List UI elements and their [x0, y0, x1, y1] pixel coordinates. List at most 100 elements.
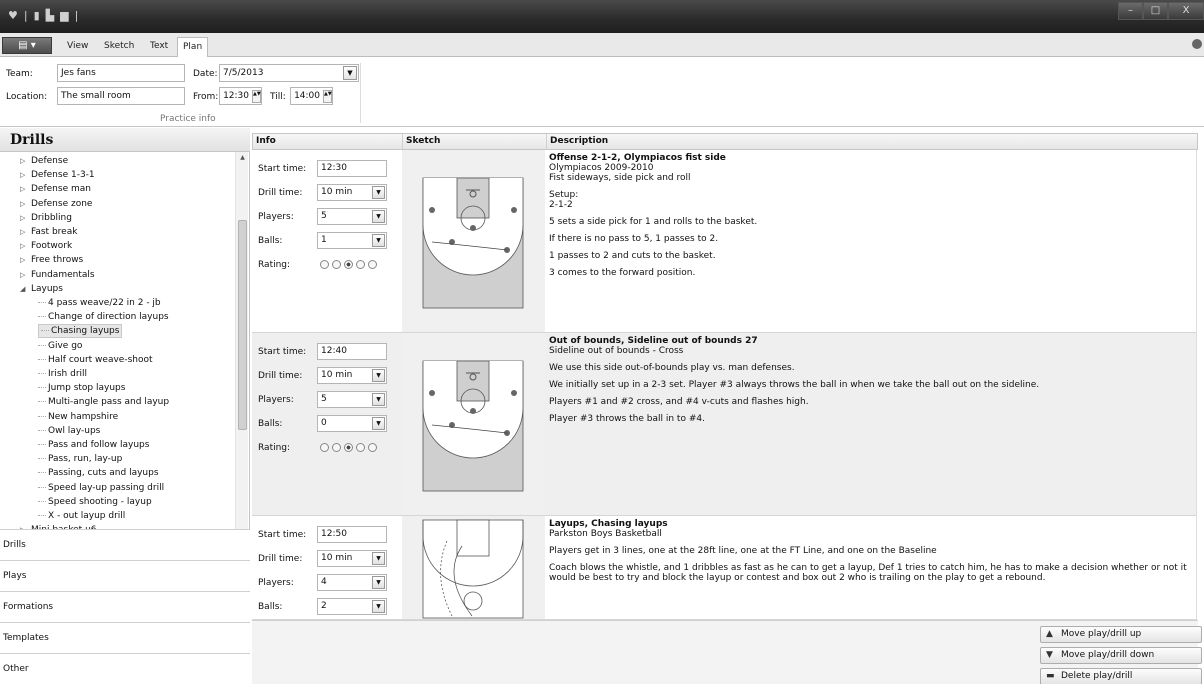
- tree-item[interactable]: Half court weave-shoot: [38, 353, 153, 367]
- move-up-button[interactable]: ▲ Move play/drill up: [1040, 626, 1202, 643]
- tree-item[interactable]: Irish drill: [38, 367, 87, 381]
- tree-item[interactable]: ▷ Footwork: [20, 239, 72, 253]
- dropdown-arrow-icon[interactable]: ▼: [372, 552, 385, 565]
- dropdown-arrow-icon[interactable]: ▼: [372, 186, 385, 199]
- dropdown-arrow-icon[interactable]: ▼: [372, 576, 385, 589]
- court-diagram-1[interactable]: [402, 150, 545, 332]
- rating-radio[interactable]: [356, 260, 365, 269]
- rating-control[interactable]: [320, 443, 377, 452]
- dropdown-arrow-icon[interactable]: ▼: [372, 369, 385, 382]
- players-field[interactable]: 4 ▼: [317, 574, 387, 591]
- location-input[interactable]: The small room: [57, 87, 185, 105]
- tree-item[interactable]: Pass and follow layups: [38, 438, 149, 452]
- court-diagram-2[interactable]: [402, 333, 545, 515]
- tree-item[interactable]: New hampshire: [38, 410, 118, 424]
- dropdown-arrow-icon[interactable]: ▼: [372, 393, 385, 406]
- drill-time-field[interactable]: 10 min ▼: [317, 184, 387, 201]
- minimize-button[interactable]: –: [1118, 2, 1143, 20]
- save-icon[interactable]: ▙: [46, 10, 54, 22]
- delete-button[interactable]: ▬ Delete play/drill: [1040, 668, 1202, 684]
- nav-formations[interactable]: Formations: [0, 591, 250, 622]
- drill-time-field[interactable]: 10 min ▼: [317, 550, 387, 567]
- print-icon[interactable]: ▆: [60, 10, 68, 22]
- expand-arrow-icon[interactable]: ▷: [20, 268, 31, 282]
- dropdown-arrow-icon[interactable]: ▼: [372, 417, 385, 430]
- expand-arrow-icon[interactable]: ▷: [20, 182, 31, 196]
- nav-other[interactable]: Other: [0, 653, 250, 684]
- tab-view[interactable]: View: [62, 37, 93, 57]
- calendar-dropdown-icon[interactable]: ▼: [343, 66, 357, 80]
- tree-item[interactable]: Chasing layups: [38, 324, 123, 339]
- rating-radio[interactable]: [344, 260, 353, 269]
- tree-item[interactable]: ▷ Fast break: [20, 225, 77, 239]
- expand-arrow-icon[interactable]: ▷: [20, 225, 31, 239]
- rating-control[interactable]: [320, 260, 377, 269]
- nav-drills[interactable]: Drills: [0, 529, 250, 560]
- players-field[interactable]: 5 ▼: [317, 208, 387, 225]
- tab-plan[interactable]: Plan: [177, 37, 209, 57]
- team-input[interactable]: Jes fans: [57, 64, 185, 82]
- from-spinner-icon[interactable]: ▲▼: [252, 90, 261, 103]
- from-time-input[interactable]: 12:30 ▲▼: [219, 87, 262, 105]
- balls-field[interactable]: 1 ▼: [317, 232, 387, 249]
- rating-radio[interactable]: [320, 260, 329, 269]
- book-icon[interactable]: ▮: [34, 10, 40, 22]
- court-diagram-3[interactable]: [402, 516, 545, 619]
- till-spinner-icon[interactable]: ▲▼: [323, 90, 332, 103]
- tree-item[interactable]: ▷ Defense man: [20, 182, 91, 196]
- date-picker[interactable]: 7/5/2013 ▼: [219, 64, 359, 82]
- drill-row[interactable]: Start time: 12:30 Drill time: 10 min ▼ Player…: [252, 150, 1198, 333]
- drill-time-field[interactable]: 10 min ▼: [317, 367, 387, 384]
- start-time-field[interactable]: 12:50: [317, 526, 387, 543]
- tree-item[interactable]: ▷ Defense 1-3-1: [20, 168, 95, 182]
- rating-radio[interactable]: [320, 443, 329, 452]
- tab-sketch[interactable]: Sketch: [99, 37, 139, 57]
- rating-radio[interactable]: [332, 260, 341, 269]
- tree-item[interactable]: Pass, run, lay-up: [38, 452, 122, 466]
- scroll-up-icon[interactable]: ▲: [236, 152, 249, 164]
- rating-radio[interactable]: [368, 443, 377, 452]
- tree-item[interactable]: ▷ Dribbling: [20, 211, 72, 225]
- move-down-button[interactable]: ▼ Move play/drill down: [1040, 647, 1202, 664]
- nav-templates[interactable]: Templates: [0, 622, 250, 653]
- expand-arrow-icon[interactable]: ▷: [20, 239, 31, 253]
- drill-row[interactable]: Start time: 12:40 Drill time: 10 min ▼ Player…: [252, 333, 1198, 516]
- tree-item[interactable]: ▷ Free throws: [20, 253, 83, 267]
- rating-radio[interactable]: [344, 443, 353, 452]
- column-sketch[interactable]: Sketch: [403, 134, 547, 149]
- dropdown-arrow-icon[interactable]: ▼: [372, 600, 385, 613]
- help-icon[interactable]: [1192, 39, 1202, 49]
- rating-radio[interactable]: [332, 443, 341, 452]
- tree-item[interactable]: Speed shooting - layup: [38, 495, 152, 509]
- rating-radio[interactable]: [368, 260, 377, 269]
- dropdown-arrow-icon[interactable]: ▼: [372, 234, 385, 247]
- tree-item[interactable]: ◢ Layups: [20, 282, 63, 296]
- expand-arrow-icon[interactable]: ▷: [20, 168, 31, 182]
- collapse-arrow-icon[interactable]: ◢: [20, 282, 31, 296]
- balls-field[interactable]: 2 ▼: [317, 598, 387, 615]
- tree-item[interactable]: Multi-angle pass and layup: [38, 395, 169, 409]
- app-menu-button[interactable]: ▤ ▾: [2, 37, 52, 54]
- app-icon[interactable]: ♥: [8, 10, 18, 22]
- tab-text[interactable]: Text: [145, 37, 173, 57]
- expand-arrow-icon[interactable]: ▷: [20, 253, 31, 267]
- tree-item[interactable]: 4 pass weave/22 in 2 - jb: [38, 296, 161, 310]
- tree-item[interactable]: X - out layup drill: [38, 509, 125, 523]
- tree-item[interactable]: Speed lay-up passing drill: [38, 481, 164, 495]
- tree-item[interactable]: ▷ Fundamentals: [20, 268, 95, 282]
- grid-scrollbar[interactable]: [1196, 150, 1204, 620]
- maximize-button[interactable]: □: [1143, 2, 1168, 20]
- tree-item[interactable]: ▷ Defense: [20, 154, 68, 168]
- close-button[interactable]: X: [1168, 2, 1204, 20]
- scroll-thumb[interactable]: [238, 220, 247, 430]
- tree-item[interactable]: Give go: [38, 339, 82, 353]
- players-field[interactable]: 5 ▼: [317, 391, 387, 408]
- expand-arrow-icon[interactable]: ▷: [20, 197, 31, 211]
- drill-row[interactable]: Start time: 12:50 Drill time: 10 min ▼ Player…: [252, 516, 1198, 620]
- balls-field[interactable]: 0 ▼: [317, 415, 387, 432]
- column-info[interactable]: Info: [253, 134, 403, 149]
- tree-item[interactable]: ▷ Defense zone: [20, 197, 92, 211]
- till-time-input[interactable]: 14:00 ▲▼: [290, 87, 333, 105]
- expand-arrow-icon[interactable]: ▷: [20, 211, 31, 225]
- rating-radio[interactable]: [356, 443, 365, 452]
